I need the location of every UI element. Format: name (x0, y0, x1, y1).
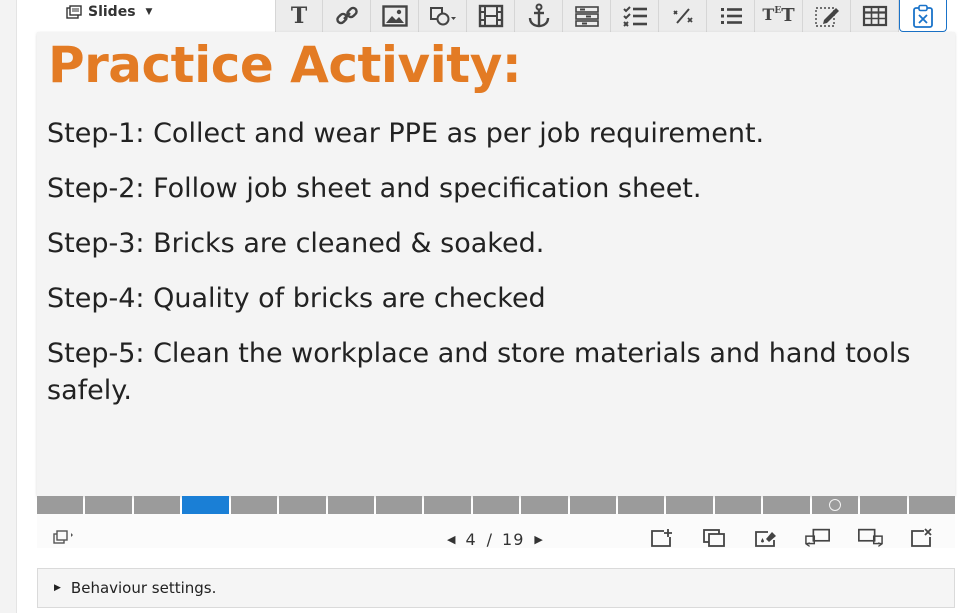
step-3-text[interactable]: Step-3: Bricks are cleaned & soaked. (47, 225, 927, 262)
slides-icon (66, 5, 82, 19)
slide-footer: ◀ 4 / 19 ▶ (37, 514, 955, 549)
slides-dropdown[interactable]: Slides ▼ (66, 2, 152, 22)
delete-slide-button[interactable] (909, 527, 935, 549)
slide-pager: ◀ 4 / 19 ▶ (447, 530, 543, 549)
progress-segment-5[interactable] (230, 496, 278, 514)
image-icon (381, 5, 408, 27)
progress-segment-18[interactable] (860, 496, 907, 514)
table-icon (862, 5, 887, 27)
progress-segment-4[interactable] (182, 496, 229, 514)
previous-slide-icon[interactable]: ◀ (447, 533, 455, 546)
progress-segment-10[interactable] (472, 496, 520, 514)
clone-slide-icon (703, 529, 725, 547)
left-gutter (0, 0, 17, 613)
film-icon (478, 4, 503, 28)
progress-segment-8[interactable] (375, 496, 423, 514)
current-slide-number: 4 (465, 530, 477, 549)
move-left-icon (805, 528, 830, 547)
editor-page: Slides ▼ T TET Practice Activity: Step-1… (0, 0, 975, 613)
text-size-icon: TET (762, 5, 795, 26)
clipboard-x-icon (913, 4, 933, 28)
behaviour-settings-toggle[interactable]: ▶ Behaviour settings. (37, 568, 955, 608)
toolbar: T TET (275, 0, 947, 32)
slide-marker-icon (828, 499, 841, 511)
slides-overview-icon (53, 530, 73, 544)
image-tool-button[interactable] (371, 0, 419, 32)
fraction-icon (672, 8, 693, 24)
chevron-down-icon: ▼ (145, 7, 153, 17)
slide-actions (649, 527, 935, 549)
total-slides: 19 (502, 530, 525, 549)
progress-segment-16[interactable] (763, 496, 810, 514)
link-icon (335, 6, 358, 25)
text-tool-button[interactable]: T (275, 0, 323, 32)
text-size-tool-button[interactable]: TET (755, 0, 803, 32)
shapes-tool-button[interactable] (419, 0, 467, 32)
move-slide-left-button[interactable] (805, 527, 831, 549)
slides-overview-button[interactable] (53, 530, 75, 544)
delete-slide-icon (911, 528, 932, 547)
progress-segment-15[interactable] (714, 496, 762, 514)
chevron-right-icon: ▶ (54, 583, 61, 593)
slide-background-button[interactable] (753, 527, 779, 549)
edit-box-icon (814, 7, 839, 27)
move-slide-right-button[interactable] (857, 527, 883, 549)
progress-segment-9[interactable] (424, 496, 471, 514)
behaviour-settings-label: Behaviour settings. (70, 579, 217, 597)
progress-segment-12[interactable] (569, 496, 617, 514)
checklist-icon (622, 6, 647, 27)
link-tool-button[interactable] (323, 0, 371, 32)
anchor-tool-button[interactable] (515, 0, 563, 32)
list-icon (720, 8, 742, 24)
progress-segment-7[interactable] (327, 496, 374, 514)
list-tool-button[interactable] (707, 0, 755, 32)
edit-tool-button[interactable] (803, 0, 851, 32)
next-slide-icon[interactable]: ▶ (534, 533, 542, 546)
step-5-text[interactable]: Step-5: Clean the workplace and store ma… (47, 335, 927, 409)
pager-separator: / (486, 530, 493, 549)
progress-segment-2[interactable] (85, 496, 132, 514)
progress-segment-14[interactable] (666, 496, 713, 514)
summary-icon (574, 6, 599, 27)
add-slide-button[interactable] (649, 527, 675, 549)
slide-progress-bar (37, 496, 956, 514)
text-T-icon: T (290, 3, 308, 29)
step-1-text[interactable]: Step-1: Collect and wear PPE as per job … (47, 115, 927, 152)
clipboard-tool-button[interactable] (899, 0, 947, 32)
progress-segment-3[interactable] (133, 496, 181, 514)
progress-segment-13[interactable] (618, 496, 665, 514)
progress-segment-17[interactable] (811, 496, 859, 514)
move-right-icon (858, 528, 883, 547)
summary-tool-button[interactable] (563, 0, 611, 32)
paint-bucket-icon (755, 531, 776, 547)
slide-canvas[interactable]: Practice Activity: Step-1: Collect and w… (37, 32, 955, 496)
video-tool-button[interactable] (467, 0, 515, 32)
fraction-tool-button[interactable] (659, 0, 707, 32)
step-4-text[interactable]: Step-4: Quality of bricks are checked (47, 280, 927, 317)
slides-label: Slides (88, 4, 136, 20)
anchor-icon (528, 3, 549, 28)
progress-segment-19[interactable] (908, 496, 956, 514)
checklist-tool-button[interactable] (611, 0, 659, 32)
progress-segment-1[interactable] (37, 496, 84, 514)
clone-slide-button[interactable] (701, 527, 727, 549)
step-2-text[interactable]: Step-2: Follow job sheet and specificati… (47, 170, 927, 207)
progress-segment-6[interactable] (279, 496, 326, 514)
progress-segment-11[interactable] (521, 496, 568, 514)
add-slide-icon (651, 529, 672, 547)
table-tool-button[interactable] (851, 0, 899, 32)
shapes-icon (429, 7, 456, 26)
slide-title[interactable]: Practice Activity: (48, 36, 522, 94)
